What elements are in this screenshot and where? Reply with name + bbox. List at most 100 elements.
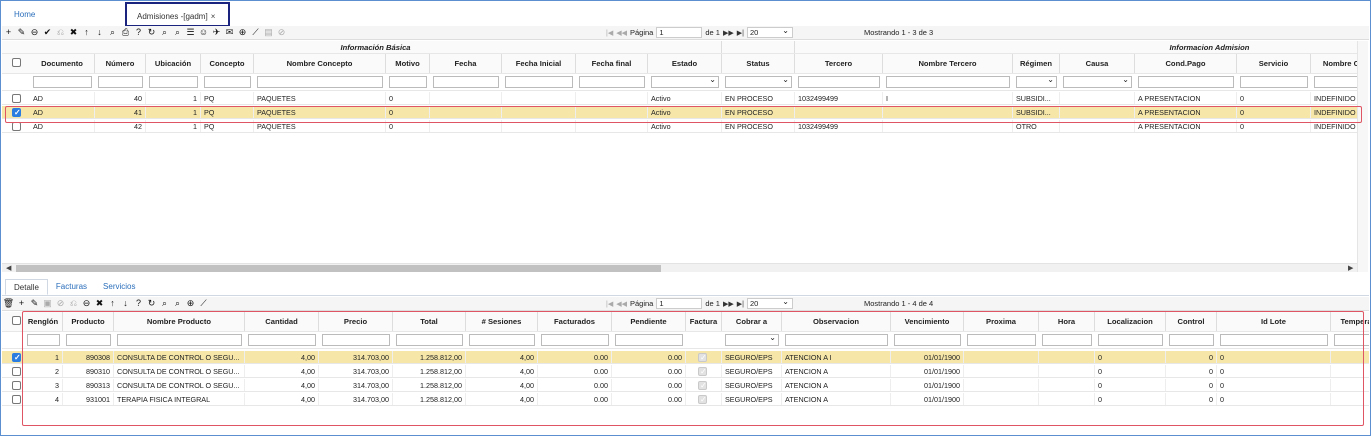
last-page-icon[interactable]: ▶| xyxy=(737,29,744,37)
detail-column-header-renglon[interactable]: Renglón xyxy=(24,312,63,331)
note-icon[interactable]: ☰ xyxy=(184,26,197,39)
filter-ubicacion[interactable] xyxy=(149,76,198,88)
detail-column-header-hora[interactable]: Hora xyxy=(1039,312,1095,331)
filter-status[interactable] xyxy=(725,75,792,88)
print-icon[interactable]: ⎙ xyxy=(119,26,132,39)
detail-column-header-factura[interactable]: Factura xyxy=(686,312,722,331)
detail-filter-total[interactable] xyxy=(396,334,463,346)
filter-cond-pago[interactable] xyxy=(1138,76,1234,88)
filter-fecha-final[interactable] xyxy=(579,76,645,88)
table-row[interactable]: AD401PQPAQUETES021ActivoEN PROCESO103249… xyxy=(2,92,1357,105)
table-row[interactable]: AD 42 1 PQ PAQUETES 0 Activo EN PROCESO 10324994… xyxy=(2,120,1357,133)
mail-icon[interactable]: ✉ xyxy=(223,26,236,39)
detail-row-checkbox[interactable] xyxy=(12,395,21,404)
column-header-nombre-tercero[interactable]: Nombre Tercero xyxy=(883,54,1013,73)
column-header-documento[interactable]: Documento xyxy=(30,54,95,73)
detail-column-header-pendiente[interactable]: Pendiente xyxy=(612,312,686,331)
next-page-icon[interactable]: ▶▶ xyxy=(723,29,734,37)
plus-circle-icon[interactable]: ⊕ xyxy=(236,26,249,39)
detail-page-size-select[interactable]: 20 xyxy=(746,297,793,309)
page-size-select[interactable]: 20 xyxy=(746,26,793,38)
resize-icon[interactable]: ⟋ xyxy=(197,297,210,310)
column-header-tercero[interactable]: Tercero xyxy=(795,54,883,73)
tab-servicios[interactable]: Servicios xyxy=(95,279,143,295)
filter-numero[interactable] xyxy=(98,76,143,88)
detail-row-checkbox[interactable] xyxy=(12,353,21,362)
detail-table-row[interactable]: 4 931001 TERAPIA FISICA INTEGRAL 4,00 314.70… xyxy=(2,393,1369,406)
tab-home[interactable]: Home xyxy=(4,2,45,27)
move-down-icon[interactable]: ↓ xyxy=(119,297,132,310)
detail-table-row[interactable]: 2 890310 CONSULTA DE CONTROL O SEGU... 4,00… xyxy=(2,365,1369,378)
zoom-detail-icon[interactable]: ⌕ xyxy=(171,26,184,39)
refresh-icon[interactable]: ↻ xyxy=(145,26,158,39)
save-icon[interactable]: ✔ xyxy=(41,26,54,39)
column-header-concepto[interactable]: Concepto xyxy=(201,54,254,73)
select-all-checkbox[interactable] xyxy=(12,58,21,67)
move-up-icon[interactable]: ↑ xyxy=(80,26,93,39)
column-header-regimen[interactable]: Régimen xyxy=(1013,54,1060,73)
factura-checkbox[interactable] xyxy=(698,353,707,362)
block-icon[interactable]: ⊘ xyxy=(54,297,67,310)
filter-motivo[interactable] xyxy=(389,76,427,88)
detail-first-page-icon[interactable]: |◀ xyxy=(606,300,613,308)
column-header-nombre-concepto[interactable]: Nombre Concepto xyxy=(254,54,386,73)
delete-icon[interactable]: ✖ xyxy=(93,297,106,310)
pin-icon[interactable]: ✈ xyxy=(210,26,223,39)
save-icon[interactable]: ▣ xyxy=(41,297,54,310)
edit-icon[interactable]: ✎ xyxy=(15,26,28,39)
link-icon[interactable]: ⊖ xyxy=(28,26,41,39)
column-header-motivo[interactable]: Motivo xyxy=(386,54,430,73)
tab-facturas[interactable]: Facturas xyxy=(48,279,95,295)
delete-icon[interactable]: ✖ xyxy=(67,26,80,39)
help-icon[interactable]: ? xyxy=(132,297,145,310)
filter-nombre-concepto[interactable] xyxy=(257,76,383,88)
filter-fecha-inicial[interactable] xyxy=(505,76,573,88)
detail-filter-hora[interactable] xyxy=(1042,334,1092,346)
detail-filter-vencimiento[interactable] xyxy=(894,334,961,346)
column-header-fecha[interactable]: Fecha xyxy=(430,54,502,73)
tab-admisiones[interactable]: Admisiones -[gadm] × xyxy=(125,2,230,27)
detail-table-row[interactable]: 3 890313 CONSULTA DE CONTROL O SEGU... 4,00… xyxy=(2,379,1369,392)
add-icon[interactable]: + xyxy=(2,26,15,39)
filter-causa[interactable] xyxy=(1063,75,1132,88)
table-row[interactable]: AD411PQPAQUETES0ActivoEN PROCESOSUBSIDI.… xyxy=(2,106,1357,119)
detail-column-header-nombre[interactable]: Nombre Producto xyxy=(114,312,245,331)
plus-circle-icon[interactable]: ⊕ xyxy=(184,297,197,310)
detail-filter-producto[interactable] xyxy=(66,334,111,346)
detail-column-header-cobrar[interactable]: Cobrar a xyxy=(722,312,782,331)
row-checkbox[interactable] xyxy=(12,108,21,117)
column-header-ubicacion[interactable]: Ubicación xyxy=(146,54,201,73)
search-icon[interactable]: ⌕ xyxy=(158,297,171,310)
zoom-icon[interactable]: ⌕ xyxy=(171,297,184,310)
move-up-icon[interactable]: ↑ xyxy=(106,297,119,310)
link-icon[interactable]: ⊖ xyxy=(80,297,93,310)
filter-estado[interactable] xyxy=(651,75,719,88)
scroll-left-icon[interactable]: ◀ xyxy=(6,264,11,272)
detail-filter-renglon[interactable] xyxy=(27,334,60,346)
detail-filter-localizacion[interactable] xyxy=(1098,334,1163,346)
column-header-cond-pago[interactable]: Cond.Pago xyxy=(1135,54,1237,73)
detail-prev-page-icon[interactable]: ◀◀ xyxy=(616,300,627,308)
help-icon[interactable]: ? xyxy=(132,26,145,39)
row-checkbox[interactable] xyxy=(12,94,21,103)
filter-nombre-tercero[interactable] xyxy=(886,76,1010,88)
column-header-estado[interactable]: Estado xyxy=(648,54,722,73)
column-header-fecha-inicial[interactable]: Fecha Inicial xyxy=(502,54,576,73)
detail-column-header-vencimiento[interactable]: Vencimiento xyxy=(891,312,964,331)
detail-column-header-proxima[interactable]: Proxima xyxy=(964,312,1039,331)
refresh-icon[interactable]: ↻ xyxy=(145,297,158,310)
detail-next-page-icon[interactable]: ▶▶ xyxy=(723,300,734,308)
detail-filter-tempera[interactable] xyxy=(1334,334,1369,346)
scroll-right-icon[interactable]: ▶ xyxy=(1348,264,1353,272)
column-header-servicio[interactable]: Servicio xyxy=(1237,54,1311,73)
detail-filter-cantidad[interactable] xyxy=(248,334,316,346)
column-header-status[interactable]: Status xyxy=(722,54,795,73)
factura-checkbox[interactable] xyxy=(698,395,707,404)
filter-nombre-c[interactable] xyxy=(1314,76,1357,88)
detail-page-input[interactable]: 1 xyxy=(656,298,703,309)
search-icon[interactable]: ⌕ xyxy=(106,26,119,39)
detail-filter-sesiones[interactable] xyxy=(469,334,535,346)
factura-checkbox[interactable] xyxy=(698,381,707,390)
detail-column-header-observacion[interactable]: Observacion xyxy=(782,312,891,331)
detail-column-header-tempera[interactable]: Tempera xyxy=(1331,312,1369,331)
